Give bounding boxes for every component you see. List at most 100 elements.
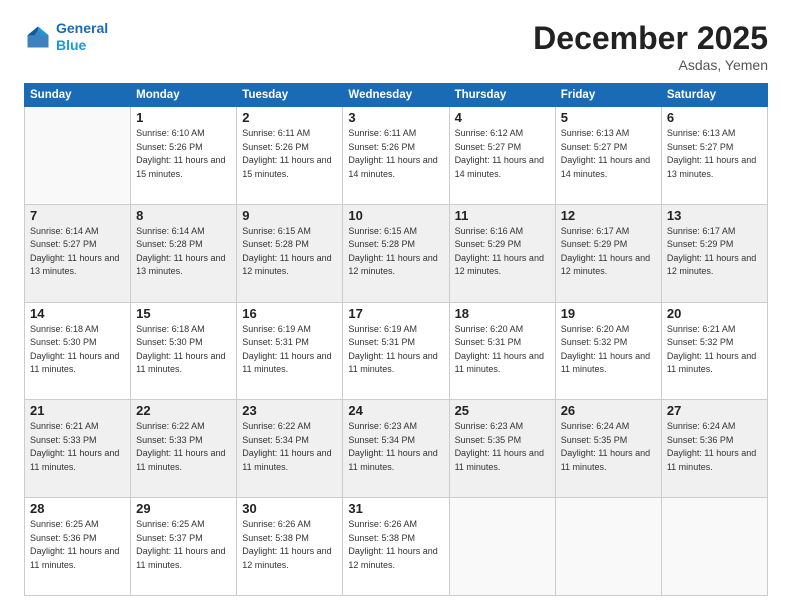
calendar-cell: 19Sunrise: 6:20 AMSunset: 5:32 PMDayligh… bbox=[555, 302, 661, 400]
day-info: Sunrise: 6:17 AMSunset: 5:29 PMDaylight:… bbox=[667, 225, 762, 279]
calendar-cell: 16 Sunrise: 6:19 AMSunset: 5:31 PMDayligh… bbox=[237, 302, 343, 400]
calendar: Sunday Monday Tuesday Wednesday Thursday… bbox=[24, 83, 768, 596]
calendar-cell: 20Sunrise: 6:21 AMSunset: 5:32 PMDayligh… bbox=[661, 302, 767, 400]
calendar-cell bbox=[555, 498, 661, 596]
calendar-cell: 3Sunrise: 6:11 AMSunset: 5:26 PMDaylight… bbox=[343, 107, 449, 205]
day-number: 22 bbox=[136, 403, 231, 418]
calendar-week-2: 7 Sunrise: 6:14 AMSunset: 5:27 PMDaylight… bbox=[25, 204, 768, 302]
day-number: 11 bbox=[455, 208, 550, 223]
calendar-cell bbox=[25, 107, 131, 205]
calendar-cell: 31 Sunrise: 6:26 AMSunset: 5:38 PMDayligh… bbox=[343, 498, 449, 596]
calendar-cell: 26 Sunrise: 6:24 AMSunset: 5:35 PMDayligh… bbox=[555, 400, 661, 498]
day-info: Sunrise: 6:10 AMSunset: 5:26 PMDaylight:… bbox=[136, 127, 231, 181]
day-number: 25 bbox=[455, 403, 550, 418]
logo-icon bbox=[24, 23, 52, 51]
day-info: Sunrise: 6:12 AMSunset: 5:27 PMDaylight:… bbox=[455, 127, 550, 181]
day-number: 16 bbox=[242, 306, 337, 321]
location: Asdas, Yemen bbox=[533, 57, 768, 73]
logo-text: General Blue bbox=[56, 20, 108, 54]
day-info: Sunrise: 6:26 AMSunset: 5:38 PMDaylight:… bbox=[348, 518, 443, 572]
day-info: Sunrise: 6:11 AMSunset: 5:26 PMDaylight:… bbox=[242, 127, 337, 181]
day-number: 30 bbox=[242, 501, 337, 516]
calendar-cell: 14Sunrise: 6:18 AMSunset: 5:30 PMDayligh… bbox=[25, 302, 131, 400]
day-info: Sunrise: 6:19 AMSunset: 5:31 PMDaylight:… bbox=[242, 323, 337, 377]
logo-line2: Blue bbox=[56, 37, 86, 53]
logo-line1: General bbox=[56, 20, 108, 36]
calendar-header-row: Sunday Monday Tuesday Wednesday Thursday… bbox=[25, 84, 768, 107]
calendar-cell: 5 Sunrise: 6:13 AMSunset: 5:27 PMDaylight… bbox=[555, 107, 661, 205]
day-info: Sunrise: 6:21 AMSunset: 5:33 PMDaylight:… bbox=[30, 420, 125, 474]
day-number: 13 bbox=[667, 208, 762, 223]
day-number: 9 bbox=[242, 208, 337, 223]
day-number: 3 bbox=[348, 110, 443, 125]
day-info: Sunrise: 6:14 AMSunset: 5:28 PMDaylight:… bbox=[136, 225, 231, 279]
calendar-cell: 17Sunrise: 6:19 AMSunset: 5:31 PMDayligh… bbox=[343, 302, 449, 400]
day-number: 24 bbox=[348, 403, 443, 418]
calendar-cell: 13 Sunrise: 6:17 AMSunset: 5:29 PMDayligh… bbox=[661, 204, 767, 302]
day-info: Sunrise: 6:13 AMSunset: 5:27 PMDaylight:… bbox=[667, 127, 762, 181]
page: General Blue December 2025 Asdas, Yemen … bbox=[0, 0, 792, 612]
header-monday: Monday bbox=[131, 84, 237, 107]
day-info: Sunrise: 6:16 AMSunset: 5:29 PMDaylight:… bbox=[455, 225, 550, 279]
day-info: Sunrise: 6:26 AMSunset: 5:38 PMDaylight:… bbox=[242, 518, 337, 572]
header-saturday: Saturday bbox=[661, 84, 767, 107]
day-number: 10 bbox=[348, 208, 443, 223]
day-number: 14 bbox=[30, 306, 125, 321]
day-number: 17 bbox=[348, 306, 443, 321]
calendar-week-1: 1 Sunrise: 6:10 AMSunset: 5:26 PMDaylight… bbox=[25, 107, 768, 205]
day-number: 4 bbox=[455, 110, 550, 125]
day-info: Sunrise: 6:22 AMSunset: 5:34 PMDaylight:… bbox=[242, 420, 337, 474]
calendar-cell: 24 Sunrise: 6:23 AMSunset: 5:34 PMDayligh… bbox=[343, 400, 449, 498]
calendar-cell: 21 Sunrise: 6:21 AMSunset: 5:33 PMDayligh… bbox=[25, 400, 131, 498]
month-title: December 2025 bbox=[533, 20, 768, 57]
calendar-cell bbox=[449, 498, 555, 596]
calendar-cell: 1 Sunrise: 6:10 AMSunset: 5:26 PMDaylight… bbox=[131, 107, 237, 205]
calendar-cell: 15 Sunrise: 6:18 AMSunset: 5:30 PMDayligh… bbox=[131, 302, 237, 400]
day-info: Sunrise: 6:23 AMSunset: 5:34 PMDaylight:… bbox=[348, 420, 443, 474]
day-info: Sunrise: 6:22 AMSunset: 5:33 PMDaylight:… bbox=[136, 420, 231, 474]
calendar-cell: 12Sunrise: 6:17 AMSunset: 5:29 PMDayligh… bbox=[555, 204, 661, 302]
day-number: 31 bbox=[348, 501, 443, 516]
day-info: Sunrise: 6:18 AMSunset: 5:30 PMDaylight:… bbox=[136, 323, 231, 377]
calendar-cell: 4 Sunrise: 6:12 AMSunset: 5:27 PMDaylight… bbox=[449, 107, 555, 205]
day-number: 18 bbox=[455, 306, 550, 321]
calendar-week-3: 14 Sunrise: 6:18 AMSunset: 5:30 PMDayligh… bbox=[25, 302, 768, 400]
day-number: 20 bbox=[667, 306, 762, 321]
calendar-cell bbox=[661, 498, 767, 596]
day-info: Sunrise: 6:15 AMSunset: 5:28 PMDaylight:… bbox=[242, 225, 337, 279]
day-number: 7 bbox=[30, 208, 125, 223]
header-wednesday: Wednesday bbox=[343, 84, 449, 107]
calendar-cell: 9 Sunrise: 6:15 AMSunset: 5:28 PMDaylight… bbox=[237, 204, 343, 302]
header-tuesday: Tuesday bbox=[237, 84, 343, 107]
day-info: Sunrise: 6:17 AMSunset: 5:29 PMDaylight:… bbox=[561, 225, 656, 279]
day-info: Sunrise: 6:25 AMSunset: 5:36 PMDaylight:… bbox=[30, 518, 125, 572]
calendar-cell: 6 Sunrise: 6:13 AMSunset: 5:27 PMDaylight… bbox=[661, 107, 767, 205]
header: General Blue December 2025 Asdas, Yemen bbox=[24, 20, 768, 73]
calendar-cell: 11 Sunrise: 6:16 AMSunset: 5:29 PMDayligh… bbox=[449, 204, 555, 302]
calendar-week-4: 21 Sunrise: 6:21 AMSunset: 5:33 PMDayligh… bbox=[25, 400, 768, 498]
day-info: Sunrise: 6:13 AMSunset: 5:27 PMDaylight:… bbox=[561, 127, 656, 181]
day-info: Sunrise: 6:24 AMSunset: 5:35 PMDaylight:… bbox=[561, 420, 656, 474]
day-number: 21 bbox=[30, 403, 125, 418]
logo: General Blue bbox=[24, 20, 108, 54]
header-sunday: Sunday bbox=[25, 84, 131, 107]
day-number: 2 bbox=[242, 110, 337, 125]
title-block: December 2025 Asdas, Yemen bbox=[533, 20, 768, 73]
calendar-cell: 28 Sunrise: 6:25 AMSunset: 5:36 PMDayligh… bbox=[25, 498, 131, 596]
day-number: 6 bbox=[667, 110, 762, 125]
calendar-cell: 22 Sunrise: 6:22 AMSunset: 5:33 PMDayligh… bbox=[131, 400, 237, 498]
calendar-cell: 7 Sunrise: 6:14 AMSunset: 5:27 PMDaylight… bbox=[25, 204, 131, 302]
day-info: Sunrise: 6:14 AMSunset: 5:27 PMDaylight:… bbox=[30, 225, 125, 279]
day-number: 26 bbox=[561, 403, 656, 418]
day-number: 5 bbox=[561, 110, 656, 125]
calendar-cell: 2 Sunrise: 6:11 AMSunset: 5:26 PMDaylight… bbox=[237, 107, 343, 205]
day-number: 8 bbox=[136, 208, 231, 223]
day-number: 28 bbox=[30, 501, 125, 516]
calendar-cell: 23Sunrise: 6:22 AMSunset: 5:34 PMDayligh… bbox=[237, 400, 343, 498]
calendar-week-5: 28 Sunrise: 6:25 AMSunset: 5:36 PMDayligh… bbox=[25, 498, 768, 596]
day-info: Sunrise: 6:23 AMSunset: 5:35 PMDaylight:… bbox=[455, 420, 550, 474]
header-thursday: Thursday bbox=[449, 84, 555, 107]
day-number: 1 bbox=[136, 110, 231, 125]
day-number: 15 bbox=[136, 306, 231, 321]
calendar-cell: 18Sunrise: 6:20 AMSunset: 5:31 PMDayligh… bbox=[449, 302, 555, 400]
